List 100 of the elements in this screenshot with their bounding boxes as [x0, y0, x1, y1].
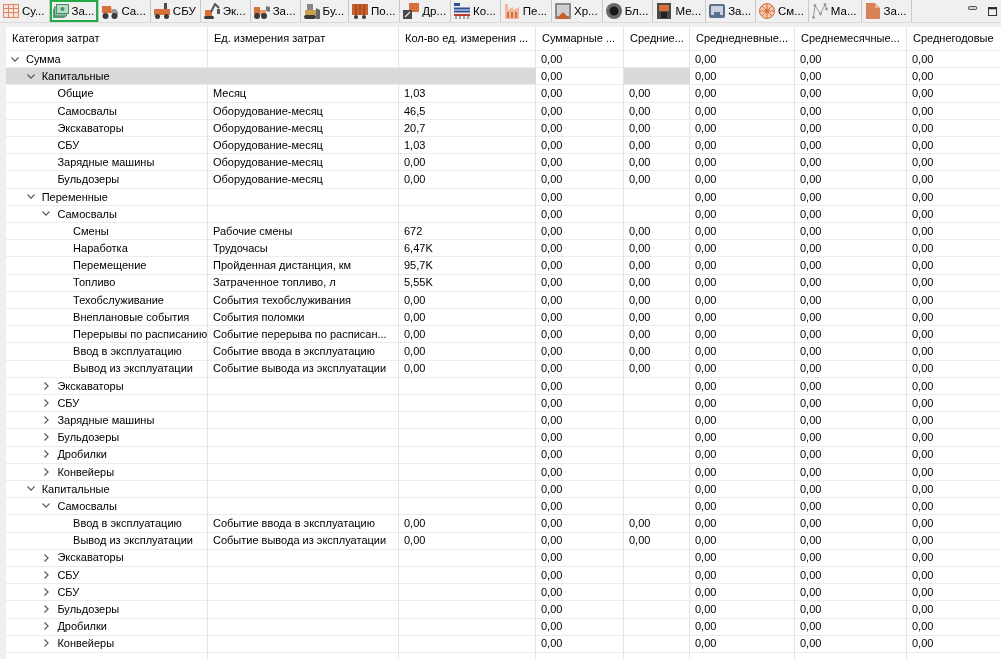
tab[interactable]: За...: [49, 0, 100, 22]
table-cell-text: 0,00: [799, 533, 823, 549]
column-header[interactable]: Категория затрат: [6, 27, 208, 51]
table-cell-text: Событие перерыва по расписан...: [212, 327, 388, 342]
chevron-down-icon[interactable]: [26, 486, 35, 492]
chevron-right-icon[interactable]: [43, 416, 49, 425]
tree-item[interactable]: Перерывы по расписанию: [6, 326, 208, 343]
tree-item[interactable]: Внеплановые события: [6, 308, 208, 325]
chevron-right-icon[interactable]: [43, 467, 49, 476]
chevron-right-icon[interactable]: [43, 570, 49, 579]
minimize-icon[interactable]: [968, 6, 977, 10]
tree-item[interactable]: СБУ: [6, 394, 208, 411]
tree-item[interactable]: Общие: [6, 85, 208, 102]
tab[interactable]: Са...: [99, 0, 151, 22]
chevron-right-icon[interactable]: [43, 605, 49, 614]
tree-item[interactable]: Экскаваторы: [6, 377, 208, 394]
tree-item[interactable]: Вывод из эксплуатации: [6, 532, 208, 549]
tab[interactable]: За...: [250, 0, 301, 22]
tree-item[interactable]: Зарядные машины: [6, 154, 208, 171]
table-cell-text: 0,00: [540, 275, 564, 291]
tab[interactable]: Ма...: [808, 0, 862, 22]
tree-item[interactable]: Самосвалы: [6, 205, 208, 222]
chevron-right-icon[interactable]: [43, 639, 49, 648]
table-cell-text: 0,00: [911, 584, 935, 600]
tree-item[interactable]: Конвейеры: [6, 635, 208, 652]
chevron-down-icon[interactable]: [11, 56, 19, 62]
tab[interactable]: За...: [706, 0, 757, 22]
tab[interactable]: Су...: [0, 0, 50, 22]
tree-item[interactable]: Сумма: [6, 51, 208, 68]
tree-item[interactable]: СБУ: [6, 136, 208, 154]
chevron-right-icon[interactable]: [43, 450, 49, 459]
tab[interactable]: СБУ: [150, 0, 201, 22]
chevron-down-icon[interactable]: [26, 73, 35, 79]
tab[interactable]: Ме...: [653, 0, 707, 22]
chevron-right-icon[interactable]: [43, 622, 49, 631]
column-header[interactable]: Среднегодовые: [907, 27, 1001, 51]
tree-item[interactable]: Бульдозеры: [6, 429, 208, 446]
tree-item[interactable]: Вывод из эксплуатации: [6, 360, 208, 377]
tab[interactable]: Ко...: [451, 0, 501, 22]
table-cell-text: 0,00: [911, 223, 935, 239]
tree-item[interactable]: Капитальные: [6, 68, 208, 85]
table-cell-text: 0,00: [628, 327, 652, 342]
tab[interactable]: По...: [349, 0, 401, 22]
chevron-right-icon[interactable]: [43, 398, 49, 407]
tab[interactable]: Эк...: [200, 0, 251, 22]
maximize-icon[interactable]: [988, 6, 997, 16]
column-header[interactable]: Кол-во ед. измерения ...: [399, 27, 536, 51]
table-cell-text: 0,00: [540, 86, 564, 102]
tree-item[interactable]: Дробилки: [6, 618, 208, 635]
chevron-down-icon[interactable]: [42, 211, 51, 217]
tree-item[interactable]: Капитальные: [6, 480, 208, 497]
tree-item[interactable]: Ввод в эксплуатацию: [6, 515, 208, 532]
chevron-right-icon[interactable]: [43, 433, 49, 442]
tree-item[interactable]: Дробилки: [6, 446, 208, 463]
tab[interactable]: Др...: [400, 0, 452, 22]
column-header[interactable]: Среднедневные...: [690, 27, 795, 51]
table-cell-text: 0,00: [911, 447, 935, 463]
chevron-down-icon[interactable]: [26, 194, 35, 200]
table-cell-text: 0,00: [799, 344, 823, 360]
table-cell-text: 0,00: [799, 327, 823, 342]
tree-item[interactable]: Экскаваторы: [6, 119, 208, 136]
tree-item[interactable]: СБУ: [6, 583, 208, 600]
column-header[interactable]: Суммарные ...: [536, 27, 624, 51]
chevron-down-icon[interactable]: [42, 503, 51, 509]
column-header[interactable]: Среднемесячные...: [795, 27, 907, 51]
table-cell-text: 0,00: [911, 378, 935, 394]
column-header[interactable]: Средние...: [624, 27, 690, 51]
table-cell-text: 0,00: [799, 120, 823, 136]
tab[interactable]: Пе...: [500, 0, 553, 22]
table-cell-text: Оборудование-месяц: [212, 120, 324, 136]
table-cell-text: 0,00: [911, 69, 935, 85]
tree-item[interactable]: СБУ: [6, 566, 208, 583]
tree-item[interactable]: Бульдозеры: [6, 171, 208, 188]
chevron-right-icon[interactable]: [43, 553, 49, 562]
chevron-right-icon[interactable]: [43, 381, 49, 390]
tree-item[interactable]: Бульдозеры: [6, 601, 208, 618]
tab[interactable]: Бу...: [300, 0, 350, 22]
tab[interactable]: Хр...: [552, 0, 603, 22]
tree-item[interactable]: Самосвалы: [6, 497, 208, 515]
tree-item[interactable]: Перемещение: [6, 257, 208, 274]
tree-item[interactable]: Конвейеры: [6, 463, 208, 480]
tree-item[interactable]: Наработка: [6, 240, 208, 257]
tree-item[interactable]: Техобслуживание: [6, 291, 208, 308]
table-cell-text: 20,7: [403, 120, 427, 136]
table-cell-text: 0,00: [799, 172, 823, 188]
tree-item[interactable]: Топливо: [6, 274, 208, 291]
tree-item[interactable]: Переменные: [6, 188, 208, 205]
table-cell-text: Событие вывода из эксплуатации: [212, 533, 388, 549]
tab[interactable]: См...: [756, 0, 809, 22]
tab[interactable]: За...: [861, 0, 912, 22]
tree-item[interactable]: Самосвалы: [6, 102, 208, 119]
tree-item[interactable]: Зарядные машины: [6, 411, 208, 429]
tab[interactable]: Бл...: [602, 0, 654, 22]
tree-item[interactable]: Ввод в эксплуатацию: [6, 343, 208, 360]
chevron-right-icon[interactable]: [43, 587, 49, 596]
table-cell-text: 0,00: [694, 120, 718, 136]
table-cell-text: 1,03: [403, 86, 427, 102]
tree-item[interactable]: Смены: [6, 222, 208, 240]
column-header[interactable]: Ед. измерения затрат: [208, 27, 399, 51]
tree-item[interactable]: Экскаваторы: [6, 549, 208, 566]
